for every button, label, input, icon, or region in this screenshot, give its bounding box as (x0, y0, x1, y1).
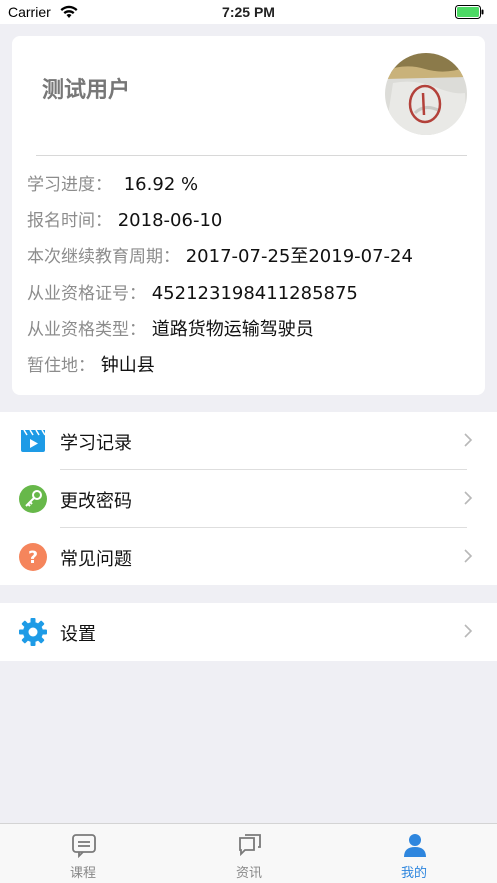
course-icon (71, 832, 97, 859)
tab-courses[interactable]: 课程 (0, 824, 166, 883)
license-type-label: 从业资格类型： (27, 320, 146, 340)
education-period-row: 本次继续教育周期： 2017-07-25至2019-07-24 (27, 242, 413, 268)
residence-row: 暂住地： 钟山县 (27, 351, 155, 377)
faq-item[interactable]: ? 常见问题 (0, 528, 497, 586)
menu-group-settings: 设置 (0, 603, 497, 661)
study-record-label: 学习记录 (60, 433, 132, 454)
video-play-icon (18, 426, 48, 456)
clock-label: 7:25 PM (222, 4, 275, 20)
profile-icon (402, 832, 428, 858)
status-bar: Carrier 7:25 PM (0, 0, 497, 24)
chevron-right-icon (463, 432, 473, 452)
profile-divider (36, 155, 467, 156)
license-number-label: 从业资格证号： (27, 284, 146, 304)
chevron-right-icon (463, 490, 473, 510)
education-period-value: 2017-07-25至2019-07-24 (185, 246, 413, 267)
tab-courses-label: 课程 (69, 866, 96, 881)
license-number-value: 452123198411285875 (151, 283, 358, 304)
license-type-row: 从业资格类型： 道路货物运输驾驶员 (27, 315, 314, 341)
profile-card: 测试用户 学习进度： 16.92 % 报名时间： 2018-06-10 本次继续… (12, 36, 485, 395)
study-progress-label: 学习进度： (27, 175, 112, 195)
menu-group-main: 学习记录 更改密码 ? 常见问题 (0, 412, 497, 585)
change-password-item[interactable]: 更改密码 (0, 470, 497, 528)
key-icon (18, 484, 48, 514)
gear-icon (18, 617, 48, 647)
license-type-value: 道路货物运输驾驶员 (151, 319, 314, 340)
user-name: 测试用户 (42, 78, 131, 103)
news-icon (237, 832, 263, 858)
residence-label: 暂住地： (27, 356, 95, 376)
tab-news[interactable]: 资讯 (166, 824, 332, 883)
chevron-right-icon (463, 623, 473, 643)
change-password-label: 更改密码 (60, 491, 132, 512)
enroll-date-label: 报名时间： (27, 211, 112, 231)
chevron-right-icon (463, 548, 473, 568)
question-icon: ? (18, 542, 48, 572)
battery-icon (455, 5, 485, 23)
tab-bar: 课程 资讯 我的 (0, 823, 497, 883)
tab-news-label: 资讯 (235, 866, 262, 881)
avatar[interactable] (385, 53, 467, 135)
residence-value: 钟山县 (100, 355, 155, 376)
enroll-date-row: 报名时间： 2018-06-10 (27, 206, 222, 231)
svg-text:?: ? (28, 548, 38, 568)
tab-profile-label: 我的 (400, 866, 427, 881)
study-progress-row: 学习进度： 16.92 % (27, 170, 198, 195)
tab-profile[interactable]: 我的 (331, 824, 497, 883)
settings-label: 设置 (60, 624, 96, 645)
faq-label: 常见问题 (60, 549, 132, 570)
study-record-item[interactable]: 学习记录 (0, 412, 497, 470)
study-progress-value: 16.92 % (123, 174, 199, 195)
settings-item[interactable]: 设置 (0, 603, 497, 661)
enroll-date-value: 2018-06-10 (117, 210, 223, 231)
license-number-row: 从业资格证号： 452123198411285875 (27, 279, 358, 304)
education-period-label: 本次继续教育周期： (27, 247, 180, 267)
